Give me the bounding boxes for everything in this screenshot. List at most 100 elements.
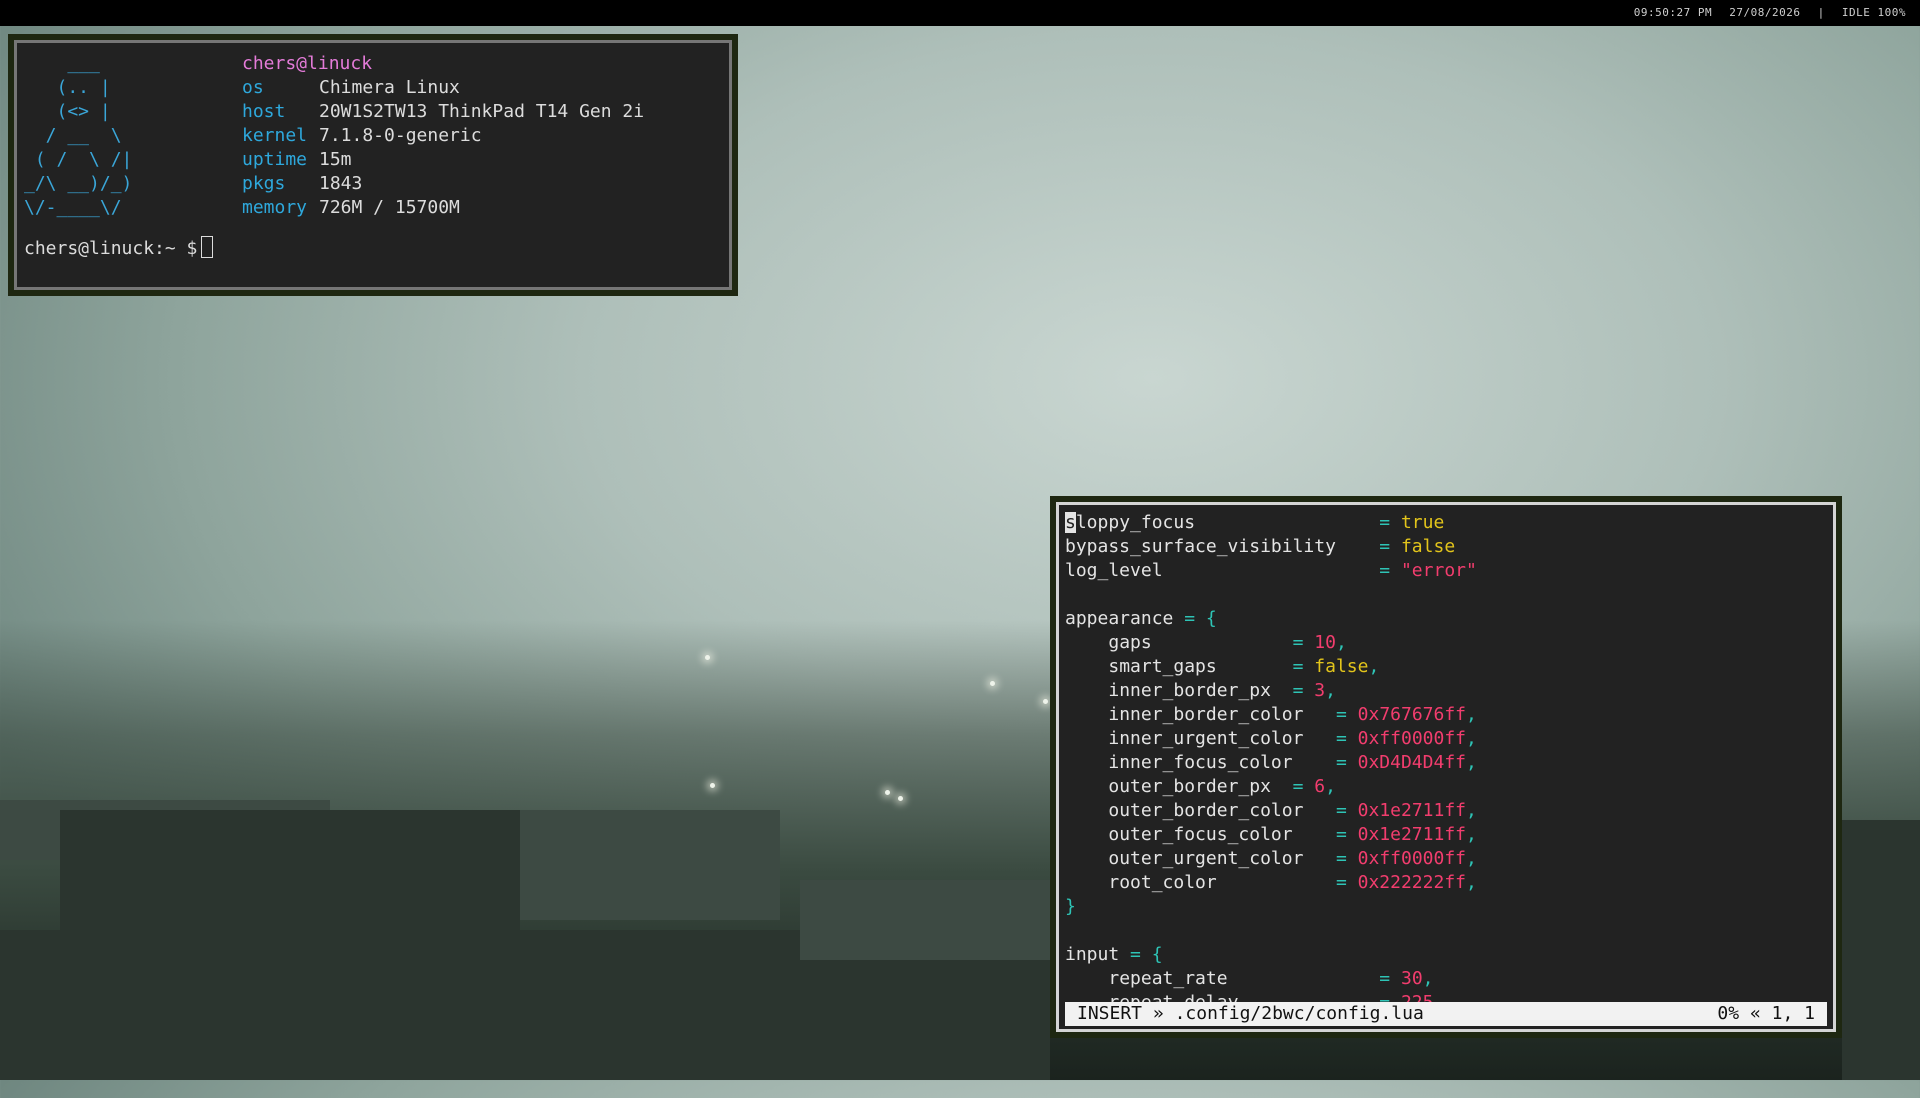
equals-sign: = <box>1119 944 1152 965</box>
position-sep: « <box>1749 1003 1761 1024</box>
info-value: 15m <box>319 149 352 170</box>
roof-shape <box>1842 820 1920 1080</box>
statusline-right: 0% « 1, 1 <box>1717 1002 1815 1026</box>
setting-value: 0xff0000ff <box>1357 728 1467 749</box>
code-line: inner_urgent_color = 0xff0000ff, <box>1065 727 1827 751</box>
comma: , <box>1466 872 1477 893</box>
setting-value: false <box>1400 536 1456 557</box>
statusline-left: INSERT » .config/2bwc/config.lua <box>1077 1002 1424 1026</box>
system-info: chers@linuck os Chimera Linux host 20W1S2T… <box>242 52 644 220</box>
info-row-host: host 20W1S2TW13 ThinkPad T14 Gen 2i <box>242 100 644 124</box>
setting-name: repeat_rate <box>1108 968 1228 989</box>
comma: , <box>1325 776 1336 797</box>
setting-name: inner_focus_color <box>1108 752 1293 773</box>
table-name: appearance <box>1065 608 1174 629</box>
equals-sign: = <box>1281 632 1315 653</box>
setting-value: 0xD4D4D4ff <box>1357 752 1466 773</box>
info-key: pkgs <box>242 173 286 194</box>
setting-value: 3 <box>1314 680 1326 701</box>
equals-sign: = <box>1173 608 1206 629</box>
code-line: appearance = { <box>1065 607 1827 631</box>
shell-prompt[interactable]: chers@linuck:~ $ <box>24 236 214 261</box>
roof-shape <box>800 880 1050 960</box>
info-value: Chimera Linux <box>319 77 460 98</box>
code-line: inner_border_color = 0x767676ff, <box>1065 703 1827 727</box>
equals-sign: = <box>1368 560 1401 581</box>
street-light <box>705 655 710 660</box>
padding <box>1293 824 1326 845</box>
comma: , <box>1466 704 1477 725</box>
padding <box>1303 848 1325 869</box>
prompt-text: chers@linuck:~ $ <box>24 238 198 259</box>
padding <box>1303 728 1325 749</box>
setting-value: 10 <box>1314 632 1336 653</box>
terminal-window-fetch[interactable]: ___ (.. | (<> | / __ \ ( / \ /| _/\ __)/… <box>8 34 738 296</box>
code-buffer[interactable]: sloppy_focus = true bypass_surface_visib… <box>1065 511 1827 1011</box>
idle-indicator: IDLE 100% <box>1841 6 1906 19</box>
code-line: outer_border_px = 6, <box>1065 775 1827 799</box>
setting-value: 0x1e2711ff <box>1357 824 1466 845</box>
scroll-percent: 0% <box>1717 1003 1740 1024</box>
comma: , <box>1466 824 1477 845</box>
code-line: gaps = 10, <box>1065 631 1827 655</box>
padding <box>1195 512 1368 533</box>
equals-sign: = <box>1325 848 1358 869</box>
info-key: kernel <box>242 125 308 146</box>
code-line: repeat_rate = 30, <box>1065 967 1827 991</box>
setting-name: log_level <box>1065 560 1163 581</box>
setting-value: true <box>1400 512 1445 533</box>
equals-sign: = <box>1281 680 1315 701</box>
comma: , <box>1335 632 1347 653</box>
setting-name: bypass_surface_visibility <box>1065 536 1336 557</box>
comma: , <box>1325 680 1336 701</box>
setting-name: inner_urgent_color <box>1108 728 1304 749</box>
code-line: inner_focus_color = 0xD4D4D4ff, <box>1065 751 1827 775</box>
setting-name: gaps <box>1108 632 1152 653</box>
terminal-window-editor[interactable]: sloppy_focus = true bypass_surface_visib… <box>1050 496 1842 1038</box>
street-light <box>1043 699 1048 704</box>
file-path: .config/2bwc/config.lua <box>1174 1003 1424 1024</box>
equals-sign: = <box>1325 872 1358 893</box>
code-line: input = { <box>1065 943 1827 967</box>
equals-sign: = <box>1325 824 1358 845</box>
setting-value: false <box>1314 656 1369 677</box>
padding <box>1217 656 1282 677</box>
open-brace: { <box>1151 944 1163 965</box>
info-row-os: os Chimera Linux <box>242 76 644 100</box>
status-separator: | <box>1817 6 1825 19</box>
setting-value: 0xff0000ff <box>1357 848 1467 869</box>
padding <box>1303 704 1325 725</box>
info-row-kernel: kernel 7.1.8-0-generic <box>242 124 644 148</box>
cursor-position: 1, 1 <box>1771 1003 1815 1024</box>
info-value: 726M / 15700M <box>319 197 460 218</box>
info-value: 1843 <box>319 173 363 194</box>
equals-sign: = <box>1325 752 1358 773</box>
padding <box>1152 632 1282 653</box>
comma: , <box>1466 728 1477 749</box>
street-light <box>885 790 890 795</box>
code-line: } <box>1065 895 1827 919</box>
appearance-block: gaps = 10, smart_gaps = false, inner_bor… <box>1065 631 1827 895</box>
info-row-memory: memory 726M / 15700M <box>242 196 644 220</box>
top-status-bar: 09:50:27 PM 27/08/2026 | IDLE 100% <box>0 0 1920 26</box>
equals-sign: = <box>1281 776 1315 797</box>
setting-name: root_color <box>1108 872 1217 893</box>
distro-ascii-logo: ___ (.. | (<> | / __ \ ( / \ /| _/\ __)/… <box>24 53 133 218</box>
user-host: chers@linuck <box>242 53 373 74</box>
roof-shape <box>520 810 780 920</box>
comma: , <box>1466 752 1477 773</box>
setting-value: 0x1e2711ff <box>1357 800 1467 821</box>
comma: , <box>1466 800 1477 821</box>
setting-name: outer_urgent_color <box>1108 848 1304 869</box>
street-light <box>898 796 903 801</box>
equals-sign: = <box>1368 536 1401 557</box>
comma: , <box>1466 848 1477 869</box>
setting-value: 6 <box>1314 776 1326 797</box>
